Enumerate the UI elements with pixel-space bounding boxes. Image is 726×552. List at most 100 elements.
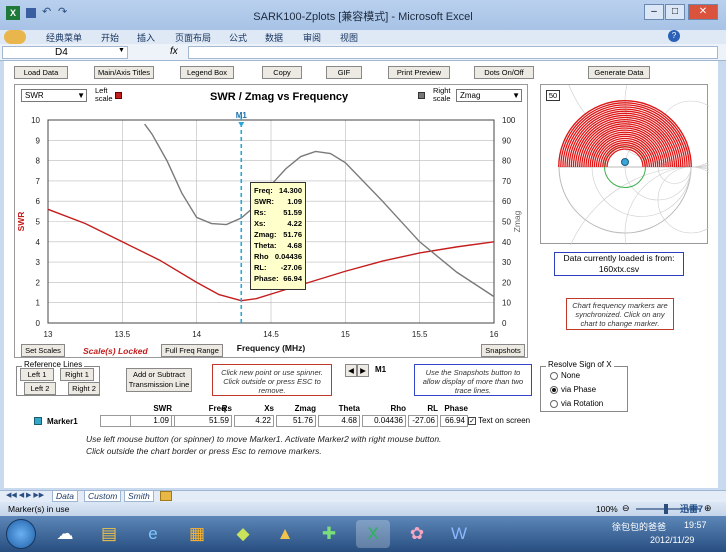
table-cell[interactable]: 4.22: [234, 415, 274, 427]
help-line-2: Click outside the chart border or press …: [86, 446, 322, 456]
main-axis-titles-button[interactable]: Main/Axis Titles: [94, 66, 154, 79]
legend-box-button[interactable]: Legend Box: [180, 66, 234, 79]
marker1-swatch: [34, 417, 42, 425]
print-preview-button[interactable]: Print Preview: [388, 66, 450, 79]
tab-insert[interactable]: 插入: [137, 31, 155, 44]
radio-via-rotation[interactable]: via Rotation: [550, 399, 603, 408]
name-box-dropdown-icon[interactable]: ▼: [118, 47, 125, 54]
folder-icon[interactable]: ▤: [92, 520, 126, 548]
left-scale-select[interactable]: SWR ▼: [21, 89, 87, 102]
smith-chart-svg: [558, 0, 726, 432]
dots-on-off-button[interactable]: Dots On/Off: [474, 66, 534, 79]
maximize-button[interactable]: □: [665, 4, 685, 20]
minimize-button[interactable]: –: [644, 4, 664, 20]
table-cell[interactable]: 51.59: [174, 415, 232, 427]
clock-date[interactable]: 2012/11/29: [650, 535, 694, 545]
chart-title: SWR / Zmag vs Frequency: [210, 91, 349, 103]
zoom-in-icon[interactable]: ⊕: [704, 503, 712, 514]
tooltip-row: SWR: 1.09: [254, 196, 302, 207]
table-cell[interactable]: 4.68: [318, 415, 360, 427]
word-icon[interactable]: W: [442, 520, 476, 548]
sheet-nav-arrows-icon[interactable]: ◀◀ ◀ ▶ ▶▶: [6, 491, 44, 499]
tab-home[interactable]: 开始: [101, 31, 119, 44]
zoom-level[interactable]: 100%: [596, 504, 618, 514]
tooltip-value: -27.06: [280, 263, 302, 272]
excel-taskbar-icon[interactable]: X: [356, 520, 390, 548]
gif-button[interactable]: GIF: [326, 66, 362, 79]
tooltip-row: Freq: 14.300: [254, 185, 302, 196]
paint-icon[interactable]: ✿: [400, 520, 434, 548]
clock-time[interactable]: 19:57: [684, 520, 707, 530]
table-cell[interactable]: -27.06: [408, 415, 438, 427]
radio-selected-icon[interactable]: [550, 385, 558, 394]
right-select-value: Zmag: [460, 91, 481, 100]
checkbox-checked-icon[interactable]: ✓: [468, 416, 476, 425]
marker-tooltip: Freq: 14.300 SWR: 1.09 Rs: 51.59 Xs: 4.22 Zmag: 5…: [250, 182, 306, 290]
table-header: Theta: [338, 404, 360, 413]
generate-data-button[interactable]: Generate Data: [588, 66, 650, 79]
zoom-slider-thumb[interactable]: [664, 504, 668, 514]
tooltip-key: RL:: [254, 263, 267, 272]
table-cell[interactable]: 66.94: [440, 415, 468, 427]
right-scale-label: Right scale: [433, 86, 451, 103]
full-freq-range-button[interactable]: Full Freq Range: [161, 344, 223, 357]
data-loaded-label: Data currently loaded is from:: [563, 253, 675, 263]
scale-locked-text: Scale(s) Locked: [83, 346, 148, 356]
right1-button[interactable]: Right 1: [60, 368, 94, 381]
status-bar: Marker(s) in use 100% ⊖ ⊕: [0, 502, 726, 516]
tooltip-value: 51.76: [283, 230, 302, 239]
fx-icon[interactable]: fx: [170, 46, 178, 57]
radio-icon[interactable]: [550, 399, 558, 408]
sheet-tab-smith[interactable]: Smith: [124, 491, 154, 502]
right-scale-select[interactable]: Zmag ▼: [456, 89, 522, 102]
spinner-left-button[interactable]: ◀: [345, 364, 357, 377]
table-cell[interactable]: 0.04436: [362, 415, 406, 427]
sheet-tab-data[interactable]: Data: [52, 491, 78, 502]
tab-page-layout[interactable]: 页面布局: [175, 31, 211, 44]
app-tool-icon[interactable]: ✚: [312, 520, 346, 548]
office-button[interactable]: [4, 30, 26, 44]
set-scales-button[interactable]: Set Scales: [21, 344, 65, 357]
tooltip-key: Rs:: [254, 208, 267, 217]
zoom-out-icon[interactable]: ⊖: [622, 503, 630, 514]
new-sheet-icon[interactable]: [160, 491, 172, 501]
radio-via-phase[interactable]: via Phase: [550, 385, 596, 394]
tab-data[interactable]: 数据: [265, 31, 283, 44]
table-cell[interactable]: 1.09: [130, 415, 172, 427]
app-warning-icon[interactable]: ▲: [268, 520, 302, 548]
tooltip-value: 14.300: [279, 186, 302, 195]
smith-chart[interactable]: 50: [540, 0, 726, 432]
table-header: Rs: [221, 404, 232, 413]
smith-counter: 50: [546, 90, 560, 101]
ie-browser-icon[interactable]: e: [136, 520, 170, 548]
left1-button[interactable]: Left 1: [20, 368, 54, 381]
tab-formulas[interactable]: 公式: [229, 31, 247, 44]
tooltip-row: Rs: 51.59: [254, 207, 302, 218]
start-button[interactable]: [6, 519, 36, 549]
left2-button[interactable]: Left 2: [24, 382, 56, 395]
text-on-screen-checkbox[interactable]: ✓ Text on screen: [468, 416, 530, 425]
tooltip-row: Zmag: 51.76: [254, 229, 302, 240]
cloud-app-icon[interactable]: ☁: [48, 520, 82, 548]
tab-review[interactable]: 审阅: [303, 31, 321, 44]
right2-button[interactable]: Right 2: [68, 382, 100, 395]
spinner-right-button[interactable]: ▶: [357, 364, 369, 377]
sheet-tab-custom[interactable]: Custom: [84, 491, 122, 502]
close-button[interactable]: ✕: [688, 4, 718, 20]
tray-thunder-label[interactable]: 迅雷7: [680, 502, 703, 515]
snapshots-button[interactable]: Snapshots: [481, 344, 525, 357]
add-subtract-line-button[interactable]: Add or Subtract Transmission Line: [126, 368, 192, 392]
help-icon[interactable]: ?: [668, 30, 680, 42]
table-cell[interactable]: 51.76: [276, 415, 316, 427]
tooltip-row: Rho 0.04436: [254, 251, 302, 262]
app-cube-icon[interactable]: ◆: [226, 520, 260, 548]
copy-button[interactable]: Copy: [262, 66, 302, 79]
load-data-button[interactable]: Load Data: [14, 66, 68, 79]
radio-none[interactable]: None: [550, 371, 580, 380]
formula-input[interactable]: [188, 46, 718, 59]
radio-icon[interactable]: [550, 371, 558, 380]
tab-classic-menu[interactable]: 经典菜单: [46, 31, 82, 44]
app-blocks-icon[interactable]: ▦: [180, 520, 214, 548]
tab-view[interactable]: 视图: [340, 31, 358, 44]
name-box[interactable]: D4: [2, 46, 128, 59]
